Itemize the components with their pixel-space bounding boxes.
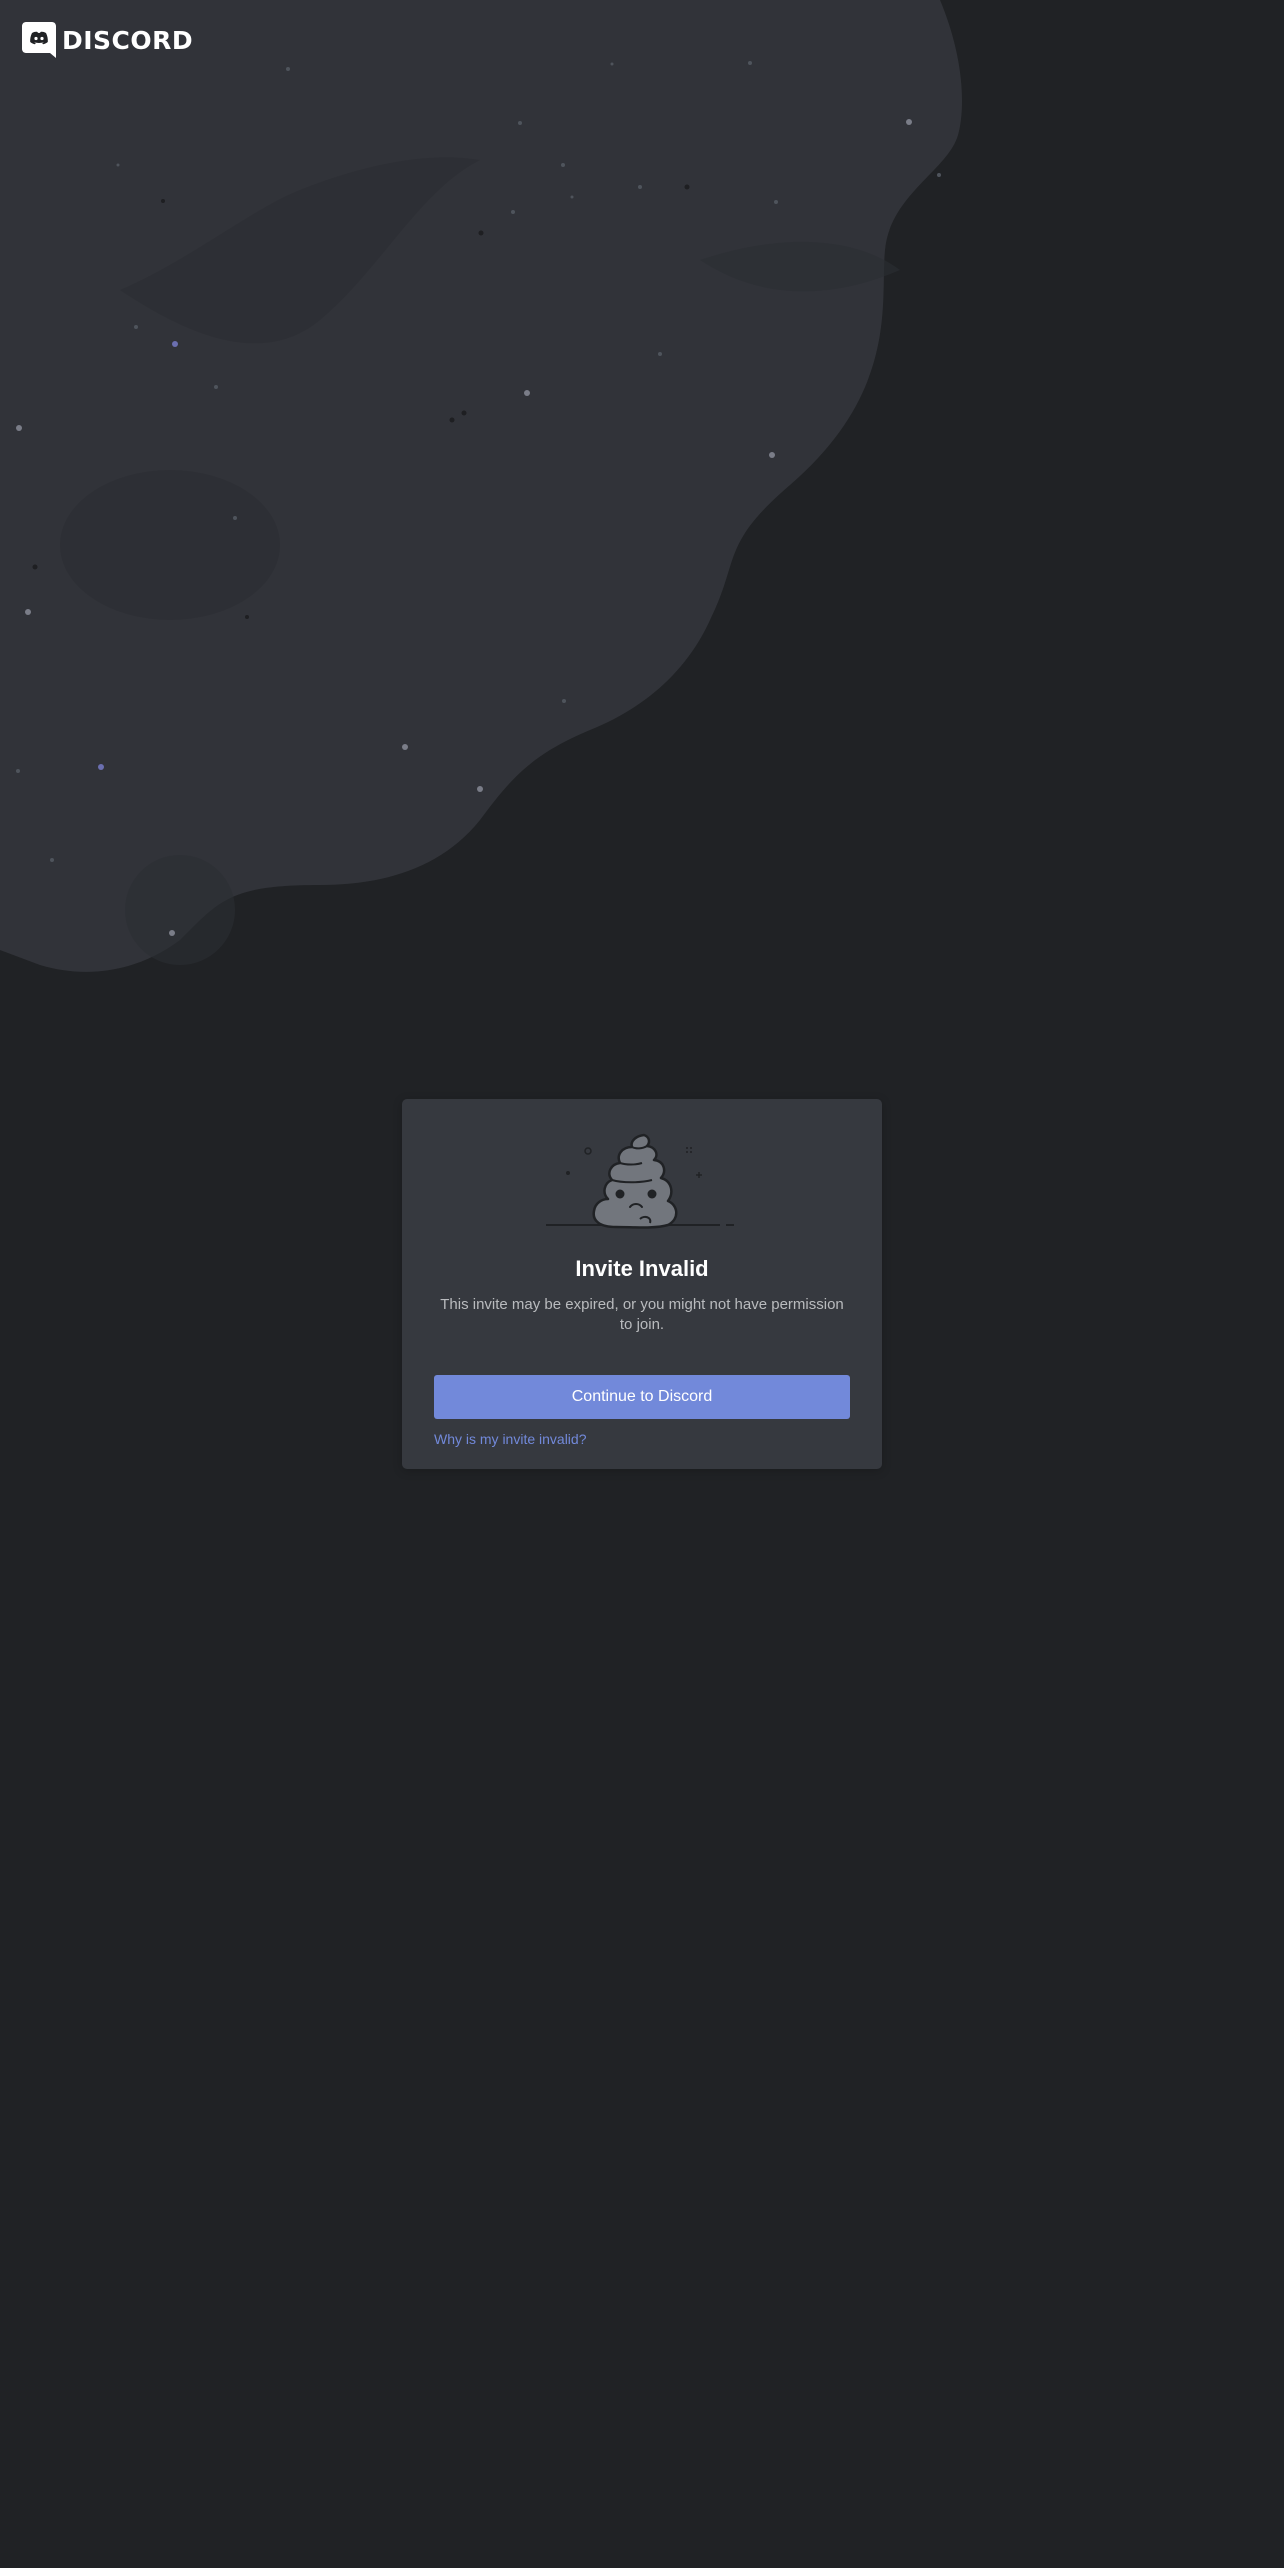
discord-logo-icon [22, 22, 56, 58]
invite-page: DISCORD Invite Invalid This invite may b… [0, 0, 1284, 2568]
discord-logo-link[interactable]: DISCORD [22, 22, 193, 58]
discord-logo-text: DISCORD [62, 25, 194, 55]
why-invite-invalid-link[interactable]: Why is my invite invalid? [434, 1431, 850, 1447]
invite-invalid-card: Invite Invalid This invite may be expire… [402, 1099, 882, 1469]
sad-poop-illustration-icon [546, 1133, 734, 1229]
card-description: This invite may be expired, or you might… [440, 1296, 844, 1333]
continue-to-discord-button[interactable]: Continue to Discord [434, 1375, 850, 1419]
background-blob-art [0, 0, 963, 972]
card-title: Invite Invalid [575, 1256, 709, 1281]
